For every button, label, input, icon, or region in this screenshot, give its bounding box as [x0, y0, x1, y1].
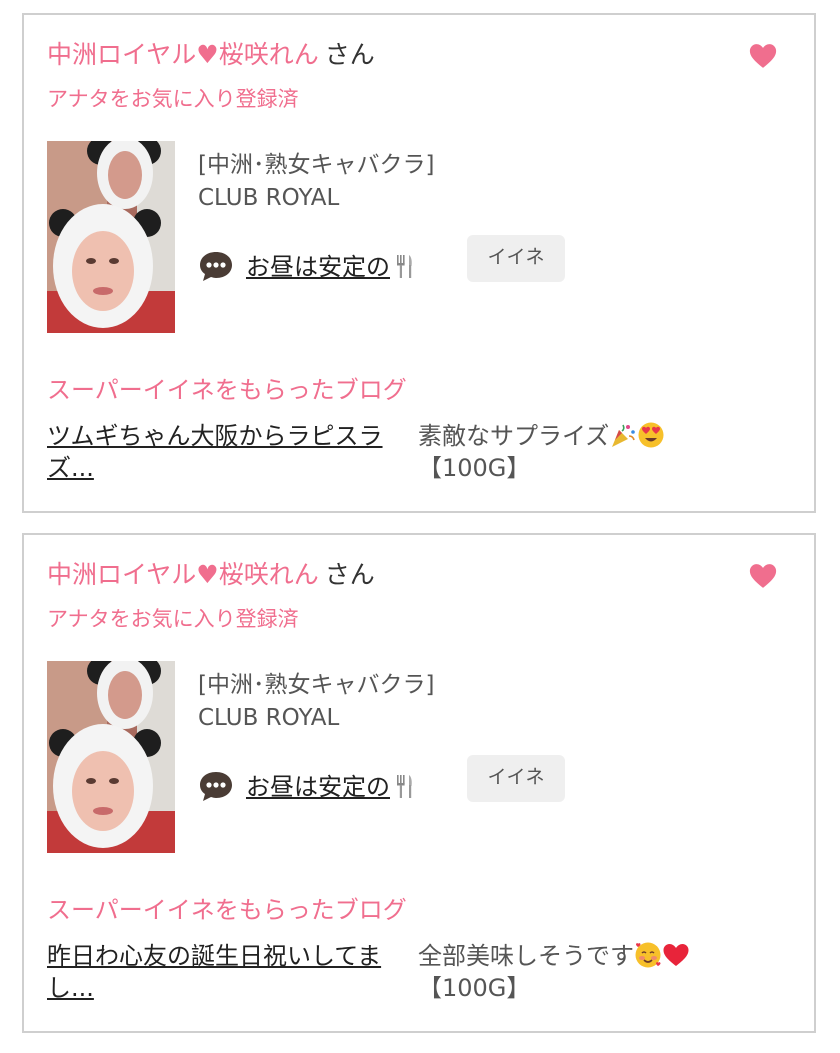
favorite-cast-card: 中洲ロイヤル♥桜咲れん さん アナタをお気に入り登録済 [中洲･熟女キャバクラ] …	[22, 13, 816, 513]
cast-name[interactable]: 中洲ロイヤル	[47, 560, 196, 589]
shop-category: [中洲･熟女キャバクラ]	[198, 152, 435, 178]
cast-name-2[interactable]: 桜咲れん	[219, 560, 319, 589]
fork-knife-icon	[397, 255, 412, 278]
comment-bubble-icon	[200, 252, 232, 281]
reward-text: 【100G】	[418, 974, 531, 1002]
registered-status: アナタをお気に入り登録済	[47, 607, 299, 631]
comment-bubble-icon	[200, 772, 232, 801]
comment-link[interactable]: お昼は安定の	[246, 247, 416, 282]
cast-name-line[interactable]: 中洲ロイヤル♥桜咲れん さん	[47, 559, 375, 591]
cast-name[interactable]: 中洲ロイヤル	[47, 40, 196, 69]
cast-photo[interactable]	[47, 661, 175, 853]
comment-link[interactable]: お昼は安定の	[246, 767, 416, 802]
inline-heart-icon: ♥	[196, 40, 219, 69]
registered-status: アナタをお気に入り登録済	[47, 87, 299, 111]
comment-text: お昼は安定の	[246, 773, 390, 801]
smiling-hearts-icon	[635, 942, 661, 968]
super-iine-blog-heading: スーパーイイネをもらったブログ	[47, 896, 407, 924]
blog-title-link[interactable]: ツムギちゃん大阪からラピスラズ...	[47, 420, 419, 484]
shop-name: CLUB ROYAL	[198, 185, 340, 211]
honorific-suffix: さん	[324, 560, 375, 589]
iine-button[interactable]: イイネ	[467, 235, 565, 282]
blog-title-link[interactable]: 昨日わ心友の誕生日祝いしてまし...	[47, 940, 419, 1004]
cast-name-2[interactable]: 桜咲れん	[219, 40, 319, 69]
blog-comment: 全部美味しそうです 【100G】	[418, 940, 778, 1004]
shop-category: [中洲･熟女キャバクラ]	[198, 672, 435, 698]
favorite-heart-icon[interactable]	[748, 561, 778, 591]
blog-comment: 素敵なサプライズ 【100G】	[418, 420, 778, 484]
honorific-suffix: さん	[324, 40, 375, 69]
cast-name-line[interactable]: 中洲ロイヤル♥桜咲れん さん	[47, 39, 375, 71]
heart-eyes-icon	[638, 422, 664, 448]
party-popper-icon	[612, 424, 636, 447]
fork-knife-icon	[397, 775, 412, 798]
comment-text: お昼は安定の	[246, 253, 390, 281]
cast-photo[interactable]	[47, 141, 175, 333]
red-heart-icon	[663, 944, 689, 966]
iine-button[interactable]: イイネ	[467, 755, 565, 802]
reward-text: 【100G】	[418, 454, 531, 482]
shop-name: CLUB ROYAL	[198, 705, 340, 731]
blog-comment-text: 素敵なサプライズ	[418, 422, 610, 450]
blog-comment-text: 全部美味しそうです	[418, 942, 634, 970]
super-iine-blog-heading: スーパーイイネをもらったブログ	[47, 376, 407, 404]
inline-heart-icon: ♥	[196, 560, 219, 589]
favorite-cast-card: 中洲ロイヤル♥桜咲れん さん アナタをお気に入り登録済 [中洲･熟女キャバクラ] …	[22, 533, 816, 1033]
favorite-heart-icon[interactable]	[748, 41, 778, 71]
